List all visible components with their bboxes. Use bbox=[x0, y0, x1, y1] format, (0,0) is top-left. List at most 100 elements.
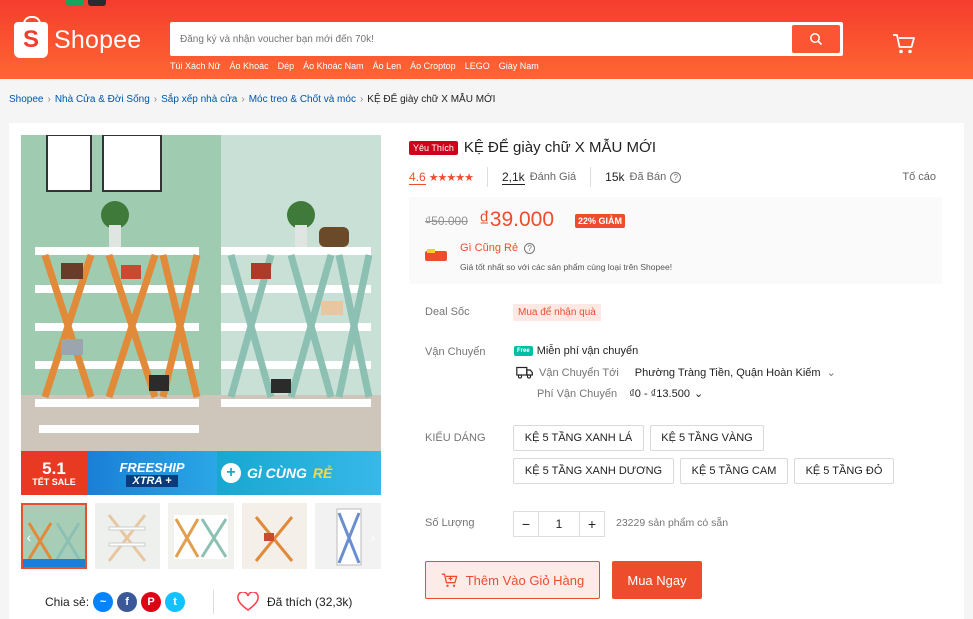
shipping-fee-value[interactable]: ₫0 - ₫13.500 bbox=[629, 388, 690, 400]
twitter-icon[interactable]: t bbox=[165, 592, 186, 612]
hotword-link[interactable]: LEGO bbox=[465, 61, 490, 71]
site-header: S Shopee Túi Xách Nữ Áo Khoác Dép Áo Kho… bbox=[0, 0, 973, 79]
quantity-increase-button[interactable]: + bbox=[579, 511, 605, 537]
plus-icon: + bbox=[221, 463, 241, 483]
breadcrumb-link[interactable]: Nhà Cửa & Đời Sống bbox=[55, 94, 150, 105]
ship-to-row: Vận Chuyển Tới Phường Tràng Tiền, Quận H… bbox=[516, 366, 836, 379]
chevron-right-icon: › bbox=[47, 94, 51, 105]
share-label: Chia sẻ: bbox=[45, 595, 90, 609]
sale-date-badge: 5.1 TẾT SALE bbox=[21, 451, 87, 495]
deal-tag[interactable]: Mua để nhận quà bbox=[513, 304, 601, 321]
star-rating-icon: ★★★★★ bbox=[428, 171, 474, 184]
search-button[interactable] bbox=[792, 25, 840, 53]
gi-cung-re-title[interactable]: Gì Cũng Rẻ ? bbox=[460, 242, 536, 254]
chevron-left-icon[interactable]: ‹ bbox=[21, 528, 37, 546]
shopee-bag-icon: S bbox=[14, 16, 48, 58]
favorite-badge: Yêu Thích bbox=[409, 140, 458, 155]
gi-cung-re-description: Giá tốt nhất so với các sản phẩm cùng lo… bbox=[460, 262, 673, 272]
hotword-link[interactable]: Áo Khoác Nam bbox=[303, 61, 364, 71]
like-count: Đã thích (32,3k) bbox=[267, 595, 353, 609]
gcr-title-text: Gì Cũng Rẻ bbox=[460, 242, 519, 254]
thumbnail-strip bbox=[21, 503, 381, 569]
thumbnail[interactable] bbox=[241, 503, 308, 569]
breadcrumb-link[interactable]: Sắp xếp nhà cửa bbox=[161, 94, 237, 105]
variation-option[interactable]: KỆ 5 TẦNG VÀNG bbox=[650, 425, 764, 451]
top-strip-icon[interactable] bbox=[88, 0, 106, 6]
breadcrumb: Shopee › Nhà Cửa & Đời Sống › Sắp xếp nh… bbox=[9, 94, 495, 105]
reviews-count[interactable]: 2,1k bbox=[502, 170, 525, 185]
title-row: Yêu Thích KỆ ĐỂ giày chữ X MẪU MỚI bbox=[409, 139, 656, 156]
breadcrumb-link[interactable]: Móc treo & Chốt và móc bbox=[249, 94, 356, 105]
shoe-rack-illustration bbox=[21, 135, 381, 451]
ship-to-location[interactable]: Phường Tràng Tiền, Quận Hoàn Kiếm bbox=[635, 367, 821, 379]
chevron-down-icon[interactable]: ⌄ bbox=[827, 366, 836, 379]
help-icon[interactable]: ? bbox=[670, 171, 682, 183]
rating-value[interactable]: 4.6 bbox=[409, 170, 426, 185]
gcr-label: GÌ CÙNG bbox=[247, 465, 307, 481]
variation-option[interactable]: KỆ 5 TẦNG XANH LÁ bbox=[513, 425, 644, 451]
product-main-image[interactable] bbox=[21, 135, 381, 495]
thumbnail[interactable] bbox=[168, 503, 234, 569]
chevron-down-icon[interactable]: ⌄ bbox=[694, 387, 703, 400]
shopee-logo[interactable]: S Shopee bbox=[14, 16, 142, 58]
freeship-label: FREESHIP bbox=[119, 459, 185, 475]
hotword-link[interactable]: Túi Xách Nữ bbox=[170, 61, 221, 71]
add-to-cart-icon bbox=[441, 573, 458, 587]
quantity-decrease-button[interactable]: − bbox=[513, 511, 539, 537]
report-link[interactable]: Tố cáo bbox=[902, 171, 936, 183]
like-button[interactable]: Đã thích (32,3k) bbox=[237, 592, 352, 612]
chevron-right-icon: › bbox=[153, 94, 158, 105]
gcr-accent: RẺ bbox=[312, 465, 333, 481]
gi-cung-re-badge: + GÌ CÙNG RẺ bbox=[217, 451, 381, 495]
add-to-cart-label: Thêm Vào Giỏ Hàng bbox=[465, 572, 585, 588]
chevron-right-icon[interactable]: › bbox=[365, 528, 381, 546]
hotword-link[interactable]: Giày Nam bbox=[499, 61, 539, 71]
deal-label: Deal Sốc bbox=[425, 306, 470, 318]
divider bbox=[590, 167, 592, 187]
cart-icon bbox=[893, 34, 915, 54]
breadcrumb-link[interactable]: Shopee bbox=[9, 94, 43, 105]
breadcrumb-current: KỆ ĐỂ giày chữ X MẪU MỚI bbox=[367, 94, 496, 105]
messenger-icon[interactable]: ~ bbox=[93, 592, 114, 612]
variation-option[interactable]: KỆ 5 TẦNG CAM bbox=[680, 458, 788, 484]
ship-to-label: Vận Chuyển Tới bbox=[539, 366, 619, 379]
facebook-icon[interactable]: f bbox=[117, 592, 138, 612]
thumbnail[interactable] bbox=[94, 503, 161, 569]
hotword-link[interactable]: Áo Croptop bbox=[410, 61, 456, 71]
stock-count: 23229 sản phẩm có sẵn bbox=[616, 517, 729, 529]
cart-button[interactable] bbox=[892, 33, 916, 60]
quantity-label: Số Lượng bbox=[425, 517, 475, 529]
help-icon[interactable]: ? bbox=[524, 242, 536, 254]
sale-date: 5.1 bbox=[42, 458, 66, 478]
logo-text: Shopee bbox=[54, 25, 142, 54]
search-input[interactable] bbox=[180, 22, 780, 56]
variation-option[interactable]: KỆ 5 TẦNG ĐỎ bbox=[794, 458, 894, 484]
reviews-label: Đánh Giá bbox=[529, 171, 577, 183]
shipping-fee-row: Phí Vận Chuyển ₫0 - ₫13.500 ⌄ bbox=[537, 387, 703, 401]
hotword-link[interactable]: Dép bbox=[278, 61, 295, 71]
hotword-link[interactable]: Áo Len bbox=[373, 61, 402, 71]
variation-option[interactable]: KỆ 5 TẦNG XANH DƯƠNG bbox=[513, 458, 674, 484]
divider bbox=[213, 590, 214, 614]
share-row: Chia sẻ: ~ f P t bbox=[45, 592, 186, 612]
promo-banner: 5.1 TẾT SALE FREESHIP XTRA + + GÌ CÙNG R… bbox=[21, 451, 381, 495]
add-to-cart-button[interactable]: Thêm Vào Giỏ Hàng bbox=[425, 561, 600, 599]
rating-row: 4.6 ★★★★★ 2,1k Đánh Giá 15k Đã Bán ? Tố … bbox=[409, 167, 936, 187]
truck-icon bbox=[516, 366, 533, 379]
original-price: ₫50.000 bbox=[425, 214, 468, 228]
freeship-badge: FREESHIP XTRA + bbox=[87, 451, 217, 495]
buy-now-button[interactable]: Mua Ngay bbox=[612, 561, 702, 599]
free-shipping-icon: Free bbox=[514, 346, 533, 356]
pinterest-icon[interactable]: P bbox=[141, 592, 162, 612]
top-strip-icon[interactable] bbox=[66, 0, 84, 6]
search-bar bbox=[170, 22, 843, 56]
quantity-input[interactable]: 1 bbox=[539, 511, 579, 537]
price-box: ₫50.000 ₫39.000 22% GIẢM Gì Cũng Rẻ ? Gi… bbox=[409, 197, 942, 284]
chevron-right-icon: › bbox=[359, 94, 364, 105]
free-shipping: Free Miễn phí vận chuyển bbox=[514, 345, 638, 357]
search-icon bbox=[810, 33, 823, 46]
hotword-link[interactable]: Áo Khoác bbox=[230, 61, 269, 71]
gi-cung-re-icon bbox=[425, 249, 447, 261]
product-title: KỆ ĐỂ giày chữ X MẪU MỚI bbox=[463, 139, 656, 156]
variation-label: KIỂU DÁNG bbox=[425, 432, 486, 444]
